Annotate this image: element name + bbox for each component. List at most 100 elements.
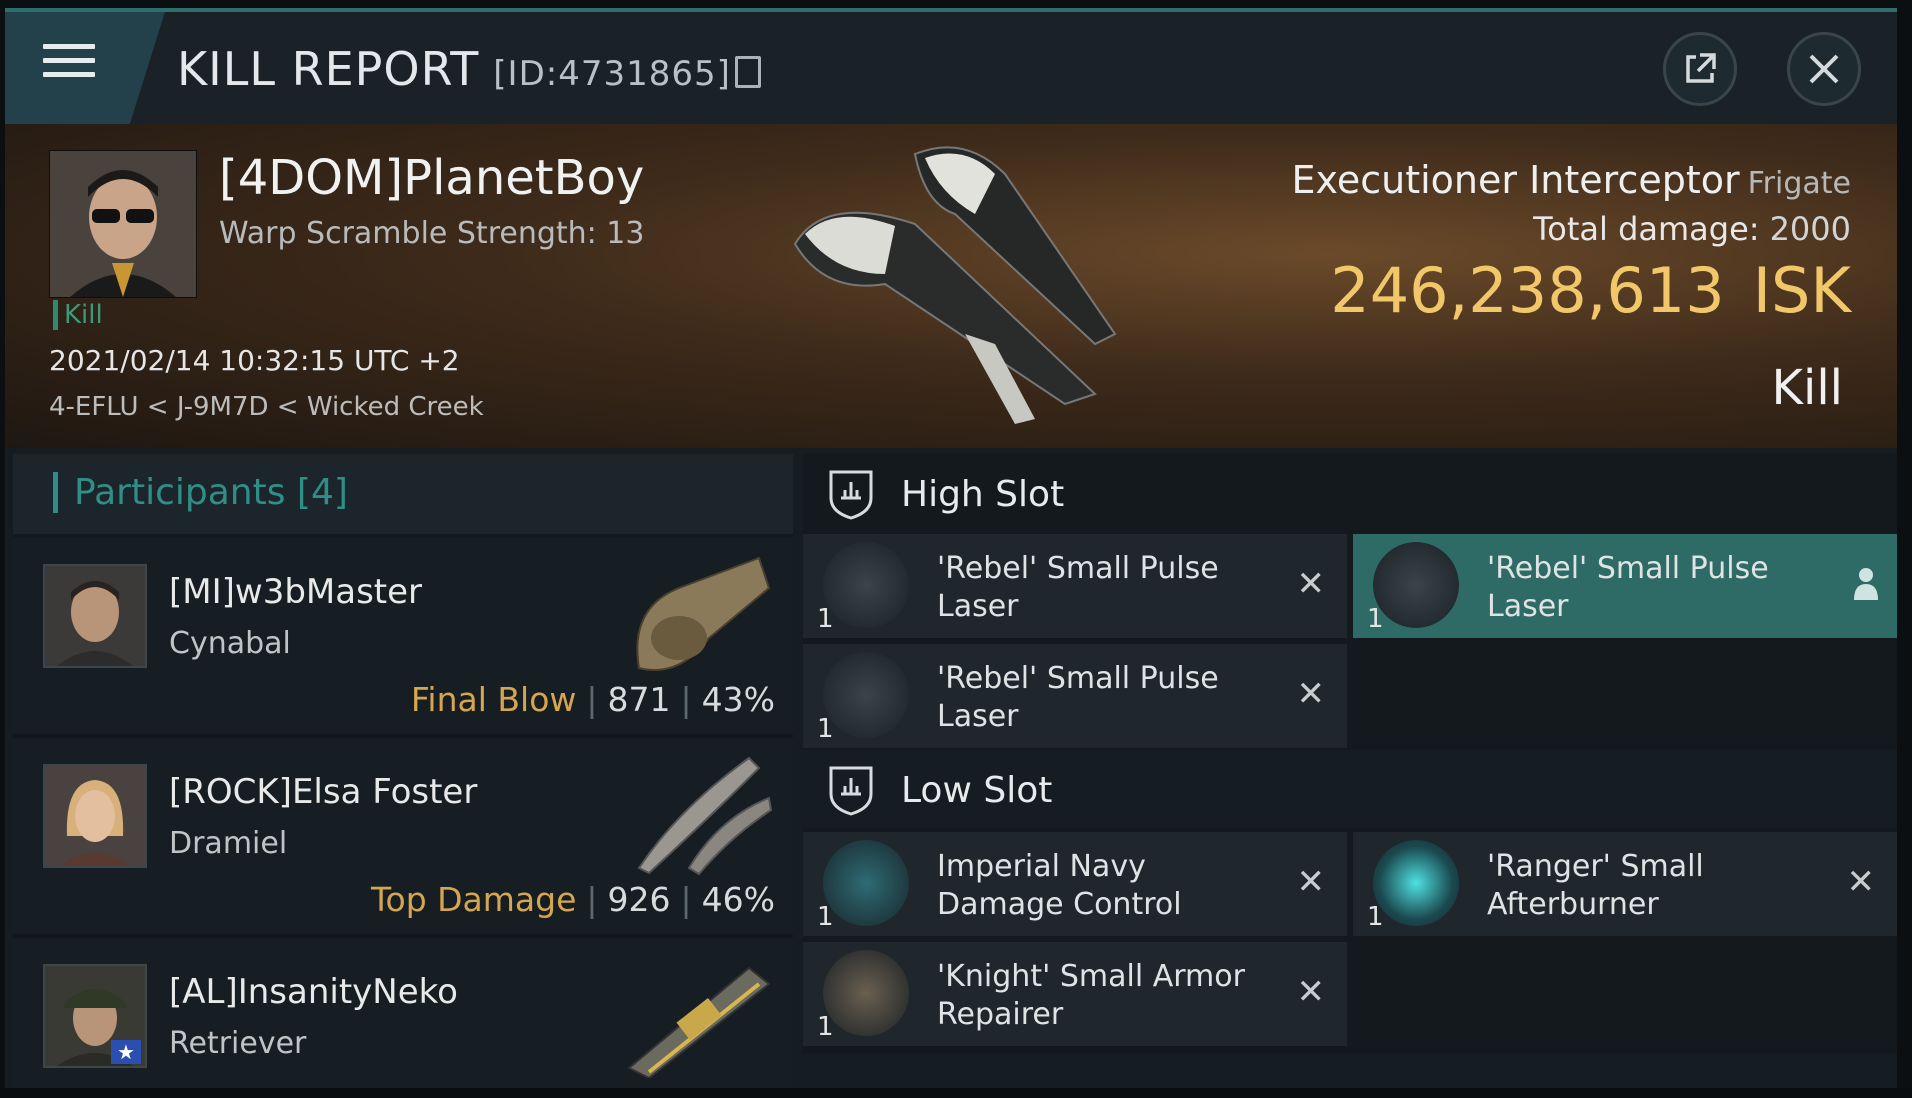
- avatar-art: [45, 566, 145, 666]
- x-icon: ✕: [1296, 674, 1326, 714]
- divider: |: [680, 880, 692, 919]
- participant-name[interactable]: [ROCK]Elsa Foster: [169, 772, 477, 812]
- hamburger-icon[interactable]: [43, 44, 95, 88]
- close-icon: [1809, 54, 1839, 84]
- title-text: KILL REPORT: [177, 42, 480, 96]
- participant-ship[interactable]: Dramiel: [169, 826, 287, 861]
- module-name: 'Rebel' Small Pulse Laser: [937, 661, 1219, 734]
- isk-unit: ISK: [1752, 254, 1851, 327]
- participant-row[interactable]: [ROCK]Elsa Foster Dramiel Top Damage | 926…: [13, 738, 793, 938]
- close-button[interactable]: [1787, 32, 1861, 106]
- armor-repairer-icon: [823, 950, 909, 1036]
- module-name: 'Rebel' Small Pulse Laser: [1487, 551, 1769, 624]
- high-slot-header: High Slot: [803, 454, 1897, 532]
- module-quantity: 1: [817, 714, 834, 744]
- damage-dealt: 871: [607, 680, 671, 719]
- background-strip: [0, 1088, 1912, 1098]
- svg-text:★: ★: [117, 1040, 135, 1064]
- divider: |: [586, 680, 598, 719]
- module-item[interactable]: 1 'Knight' Small Armor Repairer ✕: [803, 942, 1347, 1046]
- ship-class: Frigate: [1747, 166, 1851, 201]
- module-item[interactable]: 1 'Ranger' Small Afterburner ✕: [1353, 832, 1897, 936]
- kill-tag: Kill: [53, 300, 103, 330]
- low-slot-title: Low Slot: [901, 770, 1053, 811]
- victim-name[interactable]: [4DOM]PlanetBoy: [219, 150, 644, 206]
- participant-row[interactable]: ★ [AL]InsanityNeko Retriever: [13, 938, 793, 1090]
- damage-control-icon: [823, 840, 909, 926]
- menu-tab[interactable]: [5, 12, 165, 124]
- isk-amount: 246,238,613: [1330, 254, 1725, 327]
- copy-icon[interactable]: [734, 56, 761, 88]
- module-quantity: 1: [817, 1012, 834, 1042]
- damage-percent: 46%: [701, 880, 775, 919]
- participants-panel: Participants [4] [MI]w3bMaster Cynabal F…: [13, 454, 793, 1090]
- kill-location[interactable]: 4-EFLU < J-9M7D < Wicked Creek: [49, 392, 484, 422]
- fitting-panel: High Slot 1 'Rebel' Small Pulse Laser ✕ …: [803, 454, 1897, 1090]
- pulse-laser-icon: [823, 652, 909, 738]
- avatar[interactable]: ★: [43, 964, 147, 1068]
- person-icon: [1854, 568, 1878, 600]
- avatar[interactable]: [43, 564, 147, 668]
- participant-stats: Final Blow | 871 | 43%: [411, 680, 775, 719]
- portrait-art: [50, 151, 196, 297]
- module-item[interactable]: 1 'Rebel' Small Pulse Laser ✕: [803, 644, 1347, 748]
- participant-row[interactable]: [MI]w3bMaster Cynabal Final Blow | 871 | 43%: [13, 538, 793, 738]
- participant-ship[interactable]: Retriever: [169, 1026, 306, 1061]
- low-slot-header: Low Slot: [803, 750, 1897, 828]
- pulse-laser-icon: [823, 542, 909, 628]
- module-quantity: 1: [1367, 902, 1384, 932]
- module-item[interactable]: 1 'Rebel' Small Pulse Laser ✕: [803, 534, 1347, 638]
- shield-slot-icon: [829, 470, 873, 520]
- participant-name[interactable]: [MI]w3bMaster: [169, 572, 422, 612]
- final-blow-label: Final Blow: [410, 680, 577, 719]
- window-title: KILL REPORT [ID:4731865]: [177, 42, 761, 96]
- participant-ship[interactable]: Cynabal: [169, 626, 291, 661]
- x-icon: ✕: [1846, 862, 1876, 902]
- total-damage-value: 2000: [1769, 210, 1851, 248]
- module-quantity: 1: [1367, 604, 1384, 634]
- next-slot-header-partial: [803, 1054, 1897, 1090]
- damage-percent: 43%: [701, 680, 775, 719]
- participant-stats: Top Damage | 926 | 46%: [371, 880, 775, 919]
- module-item[interactable]: 1 'Rebel' Small Pulse Laser: [1353, 534, 1897, 638]
- avatar-art: [45, 766, 145, 866]
- external-link-icon: [1686, 53, 1716, 83]
- x-icon: ✕: [1296, 564, 1326, 604]
- module-name: 'Rebel' Small Pulse Laser: [937, 551, 1219, 624]
- avatar[interactable]: [43, 764, 147, 868]
- isk-value: 246,238,613 ISK: [1330, 254, 1851, 327]
- module-name: 'Ranger' Small Afterburner: [1487, 849, 1704, 922]
- damage-dealt: 926: [607, 880, 671, 919]
- top-damage-label: Top Damage: [370, 880, 577, 919]
- ship-name[interactable]: Executioner Interceptor Frigate: [1292, 158, 1851, 202]
- total-damage-label: Total damage:: [1533, 210, 1760, 248]
- module-name: Imperial Navy Damage Control: [937, 849, 1182, 922]
- x-icon: ✕: [1296, 972, 1326, 1012]
- x-icon: ✕: [1296, 862, 1326, 902]
- divider: |: [586, 880, 598, 919]
- victim-ship-render[interactable]: [765, 134, 1145, 434]
- divider: |: [680, 680, 692, 719]
- victim-banner: [4DOM]PlanetBoy Warp Scramble Strength: …: [5, 124, 1897, 448]
- participant-ship-render[interactable]: [619, 548, 779, 678]
- avatar-art: ★: [45, 966, 145, 1066]
- module-quantity: 1: [817, 902, 834, 932]
- kill-report-window: KILL REPORT [ID:4731865] [4DOM]PlanetBoy …: [5, 8, 1897, 1090]
- afterburner-icon: [1373, 840, 1459, 926]
- participant-ship-render[interactable]: [619, 748, 779, 878]
- window-header: KILL REPORT [ID:4731865]: [5, 12, 1897, 124]
- total-damage: Total damage: 2000: [1533, 210, 1851, 248]
- participants-title: Participants [4]: [53, 472, 348, 513]
- module-item[interactable]: 1 Imperial Navy Damage Control ✕: [803, 832, 1347, 936]
- kill-datetime: 2021/02/14 10:32:15 UTC +2: [49, 344, 460, 377]
- external-link-button[interactable]: [1663, 32, 1737, 106]
- module-quantity: 1: [817, 604, 834, 634]
- shield-slot-icon: [829, 766, 873, 816]
- participants-header[interactable]: Participants [4]: [13, 454, 793, 534]
- participant-name[interactable]: [AL]InsanityNeko: [169, 972, 458, 1012]
- participant-ship-render[interactable]: [619, 948, 779, 1078]
- module-name: 'Knight' Small Armor Repairer: [937, 959, 1245, 1032]
- pulse-laser-icon: [1373, 542, 1459, 628]
- ship-type: Executioner Interceptor: [1291, 158, 1740, 202]
- victim-portrait[interactable]: [49, 150, 197, 298]
